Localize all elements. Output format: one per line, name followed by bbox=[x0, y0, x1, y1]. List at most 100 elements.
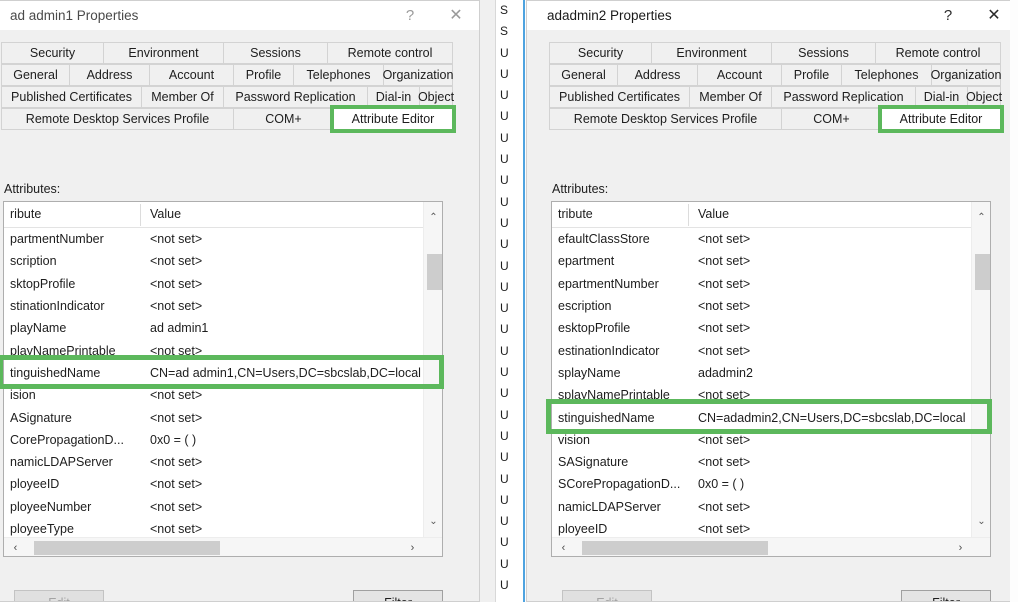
table-row[interactable]: ployeeID <not set> bbox=[552, 518, 971, 537]
horizontal-scrollbar-left[interactable]: ‹ › bbox=[4, 537, 442, 556]
filter-button[interactable]: Filter bbox=[901, 590, 991, 601]
background-list-row[interactable]: U bbox=[498, 213, 522, 234]
background-list-row[interactable]: U bbox=[498, 490, 522, 511]
horizontal-scroll-thumb[interactable] bbox=[582, 541, 768, 555]
edit-button[interactable]: Edit bbox=[14, 590, 104, 601]
background-list-row[interactable]: U bbox=[498, 85, 522, 106]
background-list-row[interactable]: U bbox=[498, 256, 522, 277]
background-list-row[interactable]: U bbox=[498, 511, 522, 532]
table-row[interactable]: ision <not set> bbox=[4, 384, 423, 406]
tab-security[interactable]: Security bbox=[549, 42, 651, 64]
table-row[interactable]: SCorePropagationD... 0x0 = ( ) bbox=[552, 473, 971, 495]
table-row[interactable]: ployeeType <not set> bbox=[4, 518, 423, 537]
table-row[interactable]: splayNamePrintable <not set> bbox=[552, 384, 971, 406]
vertical-scrollbar-left[interactable]: ⌃ ⌄ bbox=[423, 202, 442, 537]
table-row[interactable]: escription <not set> bbox=[552, 295, 971, 317]
table-row[interactable]: SASignature <not set> bbox=[552, 451, 971, 473]
tab-password-replication[interactable]: Password Replication bbox=[771, 86, 915, 108]
tab-security[interactable]: Security bbox=[1, 42, 103, 64]
background-list-row[interactable]: U bbox=[498, 426, 522, 447]
table-row[interactable]: playName ad admin1 bbox=[4, 317, 423, 339]
table-row[interactable]: vision <not set> bbox=[552, 429, 971, 451]
tab-address[interactable]: Address bbox=[69, 64, 149, 86]
help-icon[interactable]: ? bbox=[925, 1, 971, 30]
tab-object[interactable]: Object bbox=[418, 86, 454, 108]
column-header-value[interactable]: Value bbox=[150, 207, 181, 221]
column-header-attribute[interactable]: ribute bbox=[10, 207, 41, 221]
table-row[interactable]: epartmentNumber <not set> bbox=[552, 273, 971, 295]
tab-telephones[interactable]: Telephones bbox=[841, 64, 931, 86]
column-header-attribute[interactable]: tribute bbox=[558, 207, 593, 221]
background-list-row[interactable]: U bbox=[498, 234, 522, 255]
tab-member-of[interactable]: Member Of bbox=[141, 86, 223, 108]
background-list-row[interactable]: U bbox=[498, 277, 522, 298]
table-row[interactable]: CorePropagationD... 0x0 = ( ) bbox=[4, 429, 423, 451]
background-list-row[interactable]: U bbox=[498, 554, 522, 575]
tab-attribute-editor[interactable]: Attribute Editor bbox=[330, 105, 456, 133]
tab-environment[interactable]: Environment bbox=[651, 42, 771, 64]
help-icon[interactable]: ? bbox=[387, 1, 433, 30]
tab-dial-in[interactable]: Dial-in bbox=[915, 86, 967, 108]
scroll-up-icon[interactable]: ⌃ bbox=[424, 208, 442, 227]
table-row[interactable]: sktopProfile <not set> bbox=[4, 273, 423, 295]
column-header-value[interactable]: Value bbox=[698, 207, 729, 221]
tab-profile[interactable]: Profile bbox=[233, 64, 293, 86]
tab-profile[interactable]: Profile bbox=[781, 64, 841, 86]
tab-remote-control[interactable]: Remote control bbox=[327, 42, 453, 64]
table-row[interactable]: epartment <not set> bbox=[552, 250, 971, 272]
tab-member-of[interactable]: Member Of bbox=[689, 86, 771, 108]
tab-sessions[interactable]: Sessions bbox=[223, 42, 327, 64]
table-row[interactable]: ASignature <not set> bbox=[4, 406, 423, 428]
tab-organization[interactable]: Organization bbox=[383, 64, 453, 86]
scroll-right-icon[interactable]: › bbox=[403, 538, 422, 556]
background-list-row[interactable]: U bbox=[498, 43, 522, 64]
table-row[interactable]: stinationIndicator <not set> bbox=[4, 295, 423, 317]
tab-com-plus[interactable]: COM+ bbox=[781, 108, 881, 130]
table-row[interactable]: ployeeID <not set> bbox=[4, 473, 423, 495]
tab-general[interactable]: General bbox=[1, 64, 69, 86]
tab-account[interactable]: Account bbox=[697, 64, 781, 86]
tab-general[interactable]: General bbox=[549, 64, 617, 86]
tab-com-plus[interactable]: COM+ bbox=[233, 108, 333, 130]
tab-object[interactable]: Object bbox=[966, 86, 1002, 108]
table-row[interactable]: scription <not set> bbox=[4, 250, 423, 272]
background-list-row[interactable]: U bbox=[498, 298, 522, 319]
tab-published-certificates[interactable]: Published Certificates bbox=[549, 86, 689, 108]
scroll-down-icon[interactable]: ⌄ bbox=[972, 512, 990, 531]
table-row[interactable]: ployeeNumber <not set> bbox=[4, 496, 423, 518]
tab-remote-desktop-services-profile[interactable]: Remote Desktop Services Profile bbox=[1, 108, 233, 130]
tab-sessions[interactable]: Sessions bbox=[771, 42, 875, 64]
close-icon[interactable]: ✕ bbox=[433, 1, 479, 30]
table-row[interactable]: esktopProfile <not set> bbox=[552, 317, 971, 339]
background-list-row[interactable]: U bbox=[498, 447, 522, 468]
background-list-row[interactable]: U bbox=[498, 106, 522, 127]
tab-published-certificates[interactable]: Published Certificates bbox=[1, 86, 141, 108]
tab-environment[interactable]: Environment bbox=[103, 42, 223, 64]
tab-password-replication[interactable]: Password Replication bbox=[223, 86, 367, 108]
vertical-scroll-thumb[interactable] bbox=[975, 254, 990, 290]
tab-telephones[interactable]: Telephones bbox=[293, 64, 383, 86]
tab-account[interactable]: Account bbox=[149, 64, 233, 86]
table-row[interactable]: namicLDAPServer <not set> bbox=[552, 496, 971, 518]
background-list-row[interactable]: U bbox=[498, 362, 522, 383]
edit-button[interactable]: Edit bbox=[562, 590, 652, 601]
column-separator[interactable] bbox=[688, 204, 689, 226]
tab-attribute-editor[interactable]: Attribute Editor bbox=[878, 105, 1004, 133]
horizontal-scroll-thumb[interactable] bbox=[34, 541, 220, 555]
background-list-row[interactable]: U bbox=[498, 128, 522, 149]
scroll-left-icon[interactable]: ‹ bbox=[6, 538, 25, 556]
vertical-scrollbar-right[interactable]: ⌃ ⌄ bbox=[971, 202, 990, 537]
tab-organization[interactable]: Organization bbox=[931, 64, 1001, 86]
background-list-row[interactable]: U bbox=[498, 469, 522, 490]
scroll-up-icon[interactable]: ⌃ bbox=[972, 208, 990, 227]
attribute-list-left[interactable]: ribute Value partmentNumber <not set> scri… bbox=[3, 201, 443, 557]
table-row[interactable]: partmentNumber <not set> bbox=[4, 228, 423, 250]
vertical-scroll-thumb[interactable] bbox=[427, 254, 442, 290]
table-row[interactable]: playNamePrintable <not set> bbox=[4, 339, 423, 361]
attribute-list-right[interactable]: tribute Value efaultClassStore <not set> e… bbox=[551, 201, 991, 557]
horizontal-scrollbar-right[interactable]: ‹ › bbox=[552, 537, 990, 556]
filter-button[interactable]: Filter bbox=[353, 590, 443, 601]
tab-remote-control[interactable]: Remote control bbox=[875, 42, 1001, 64]
column-separator[interactable] bbox=[140, 204, 141, 226]
background-list-row[interactable]: U bbox=[498, 575, 522, 596]
